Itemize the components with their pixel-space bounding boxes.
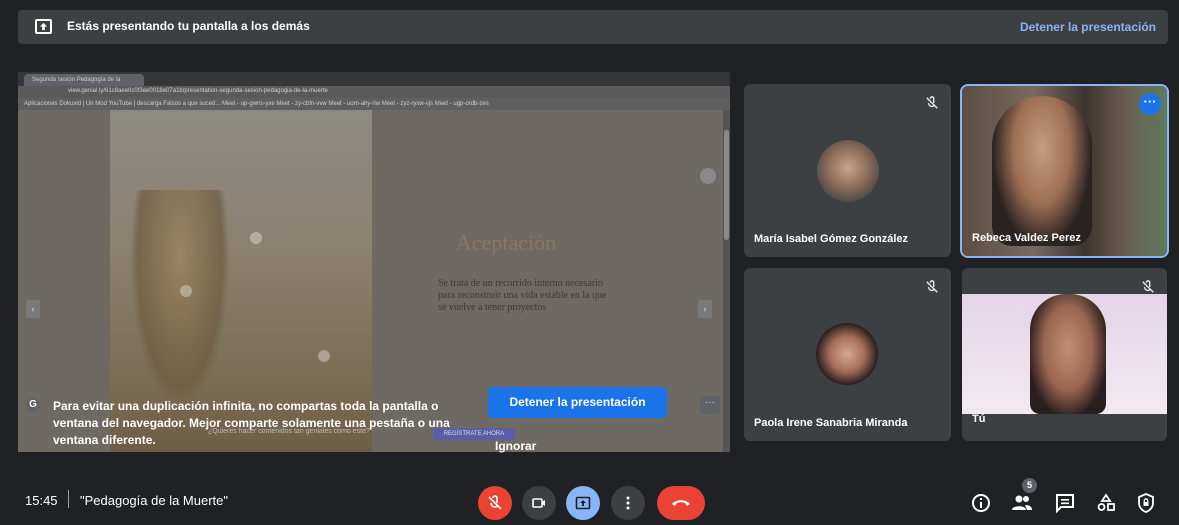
participant-name: Tú xyxy=(972,413,986,425)
slide-title: Aceptación xyxy=(456,230,557,255)
browser-bookmarks-bar: Aplicaciones Dokuvid | Un Mod YouTube | … xyxy=(18,98,730,110)
slide-prev-arrow: ‹ xyxy=(26,300,40,318)
hotspot-dot xyxy=(250,232,262,244)
people-icon[interactable] xyxy=(1011,492,1033,514)
slide-next-arrow: › xyxy=(698,300,712,318)
participant-name: Rebeca Valdez Perez xyxy=(972,232,1081,244)
participant-name: María Isabel Gómez González xyxy=(754,233,909,245)
hotspot-dot xyxy=(318,350,330,362)
stop-presenting-link[interactable]: Detener la presentación xyxy=(1020,20,1156,34)
mic-off-icon xyxy=(926,280,938,293)
slide-body: Se trata de un recorrido interno necesar… xyxy=(438,278,607,313)
activities-icon[interactable] xyxy=(1095,492,1117,514)
present-now-button[interactable] xyxy=(566,486,600,520)
participant-tile[interactable]: ··· Rebeca Valdez Perez xyxy=(960,84,1169,258)
mic-toggle-button[interactable] xyxy=(478,486,512,520)
hang-up-icon xyxy=(672,500,690,506)
browser-url: view.genial.ly/61c8aee0c0f3ee0018e07a1b/… xyxy=(68,88,328,94)
browser-scrollbar xyxy=(723,110,730,452)
mic-off-icon xyxy=(488,495,502,510)
participant-tile[interactable]: Tú xyxy=(962,268,1167,441)
browser-tab-strip: Segunda sesión Pedagogía de la xyxy=(18,72,730,86)
more-options-icon[interactable]: ··· xyxy=(1139,93,1161,115)
chat-icon[interactable] xyxy=(1054,492,1076,514)
meeting-details-icon[interactable] xyxy=(970,492,992,514)
avatar xyxy=(817,140,879,202)
people-count-badge: 5 xyxy=(1022,478,1037,493)
more-options-button[interactable] xyxy=(611,486,645,520)
avatar xyxy=(816,323,878,385)
participant-video-subject xyxy=(1030,294,1106,414)
meeting-title: "Pedagogía de la Muerte" xyxy=(80,493,228,508)
more-vert-icon xyxy=(626,496,630,510)
infinite-mirror-warning: Para evitar una duplicación infinita, no… xyxy=(53,399,450,447)
mic-off-icon xyxy=(1142,280,1154,293)
participant-video-subject xyxy=(992,96,1092,246)
meeting-time: 15:45 xyxy=(25,493,58,508)
participant-tile[interactable]: María Isabel Gómez González xyxy=(744,84,951,257)
browser-address-bar: view.genial.ly/61c8aee0c0f3ee0018e07a1b/… xyxy=(18,86,730,98)
leave-call-button[interactable] xyxy=(657,486,705,520)
stop-presenting-button[interactable]: Detener la presentación xyxy=(488,387,667,418)
present-screen-icon xyxy=(35,19,52,34)
participant-tile[interactable]: Paola Irene Sanabria Miranda xyxy=(744,268,951,441)
slide-corner-icon xyxy=(700,168,716,184)
hotspot-dot xyxy=(180,285,192,297)
present-screen-icon xyxy=(575,496,591,510)
genially-logo-icon: G xyxy=(26,398,40,412)
mic-off-icon xyxy=(926,96,938,109)
browser-tab: Segunda sesión Pedagogía de la xyxy=(24,74,144,86)
presenting-banner: Estás presentando tu pantalla a los demá… xyxy=(18,10,1168,44)
camera-icon xyxy=(532,498,545,508)
participant-name: Paola Irene Sanabria Miranda xyxy=(754,417,908,429)
camera-toggle-button[interactable] xyxy=(522,486,556,520)
divider xyxy=(68,490,69,508)
host-controls-icon[interactable] xyxy=(1135,492,1157,514)
slide-more-icon: ··· xyxy=(700,396,720,414)
bottom-controls-bar: 15:45 "Pedagogía de la Muerte" xyxy=(0,468,1179,525)
banner-message: Estás presentando tu pantalla a los demá… xyxy=(67,19,310,33)
ignore-warning-button[interactable]: Ignorar xyxy=(495,439,536,453)
